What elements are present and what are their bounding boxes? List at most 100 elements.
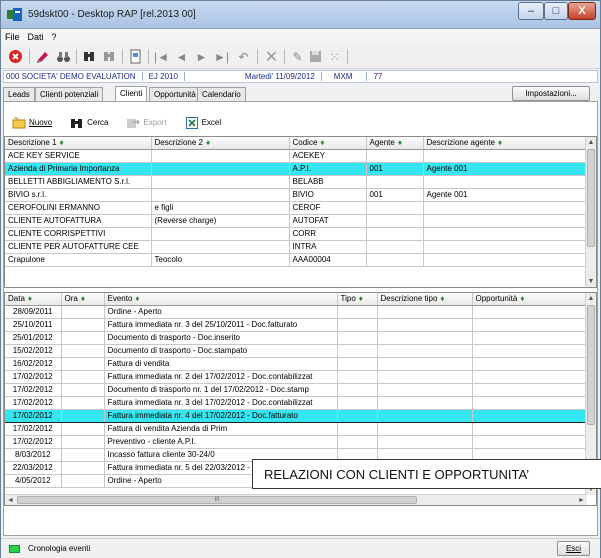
sort-icon[interactable]: ♦ (398, 138, 402, 147)
event-cell[interactable] (61, 318, 105, 332)
event-row[interactable]: 17/02/2012 Fattura di vendita Azienda di … (5, 422, 588, 436)
client-cell[interactable] (423, 227, 588, 241)
event-cell[interactable] (337, 357, 378, 371)
client-row[interactable]: Crapulone Teocolo AAA00004 (5, 253, 588, 267)
event-cell[interactable] (337, 383, 378, 397)
client-row[interactable]: ACE KEY SERVICE ACEKEY (5, 149, 588, 163)
client-row[interactable]: CLIENTE AUTOFATTURA (Reverse charge) AUTOF… (5, 214, 588, 228)
event-cell[interactable] (472, 383, 588, 397)
client-column-header[interactable]: Descrizione 2 ♦ (151, 137, 290, 150)
event-column-header[interactable]: Evento ♦ (104, 293, 338, 306)
scroll-up-icon[interactable]: ▲ (586, 137, 596, 148)
event-cell[interactable]: 16/02/2012 (5, 357, 62, 371)
event-cell[interactable]: Documento di trasporto nr. 1 del 17/02/2… (104, 383, 338, 397)
event-row[interactable]: 16/02/2012 Fattura di vendita (5, 357, 588, 371)
sort-icon[interactable]: ♦ (520, 294, 524, 303)
find-next-icon[interactable] (101, 48, 118, 65)
event-cell[interactable]: 28/09/2011 (5, 305, 62, 319)
clients-vertical-scrollbar[interactable]: ▲ ▼ (585, 137, 596, 287)
event-cell[interactable]: Fattura di vendita (104, 357, 338, 371)
client-cell[interactable] (366, 175, 424, 189)
event-cell[interactable]: Ordine - Aperto (104, 305, 338, 319)
event-row[interactable]: 17/02/2012 Preventivo - cliente A.P.I. (5, 435, 588, 449)
menu-help[interactable]: ? (52, 32, 57, 42)
event-cell[interactable]: 22/03/2012 (5, 461, 62, 475)
sort-icon[interactable]: ♦ (359, 294, 363, 303)
client-cell[interactable]: CLIENTE PER AUTOFATTURE CEE (5, 240, 152, 254)
event-column-header[interactable]: Opportunità ♦ (472, 293, 588, 306)
event-cell[interactable]: Documento di trasporto - Doc.inserito (104, 331, 338, 345)
sort-icon[interactable]: ♦ (440, 294, 444, 303)
event-cell[interactable]: 8/03/2012 (5, 448, 62, 462)
client-cell[interactable] (366, 240, 424, 254)
event-cell[interactable]: 25/01/2012 (5, 331, 62, 345)
first-icon[interactable]: |◄ (153, 48, 170, 65)
event-cell[interactable] (61, 435, 105, 449)
event-column-header[interactable]: Ora ♦ (61, 293, 105, 306)
event-cell[interactable]: 17/02/2012 (5, 396, 62, 410)
event-cell[interactable]: Fattura immediata nr. 2 del 17/02/2012 -… (104, 370, 338, 384)
client-cell[interactable]: ACEKEY (289, 149, 367, 163)
stop-icon[interactable] (7, 48, 24, 65)
event-row[interactable]: 17/02/2012 Documento di trasporto nr. 1 d… (5, 383, 588, 397)
tab-clienti[interactable]: Clienti (115, 86, 148, 102)
client-cell[interactable]: A.P.I. (289, 162, 367, 176)
event-column-header[interactable]: Tipo ♦ (337, 293, 378, 306)
sort-icon[interactable]: ♦ (320, 138, 324, 147)
client-cell[interactable]: Agente 001 (423, 188, 588, 202)
client-cell[interactable]: CORR (289, 227, 367, 241)
client-cell[interactable]: e figli (151, 201, 290, 215)
scroll-thumb[interactable] (587, 149, 595, 247)
event-cell[interactable]: Fattura immediata nr. 4 del 17/02/2012 -… (104, 408, 338, 423)
client-cell[interactable]: CEROFOLINI ERMANNO (5, 201, 152, 215)
title-bar[interactable]: 59dskt00 - Desktop RAP [rel.2013 00] – □… (1, 1, 600, 29)
event-cell[interactable]: 15/02/2012 (5, 344, 62, 358)
hscroll-thumb[interactable]: III (17, 496, 417, 504)
event-cell[interactable] (377, 435, 473, 449)
event-cell[interactable] (377, 318, 473, 332)
next-icon[interactable]: ► (193, 48, 210, 65)
event-cell[interactable] (377, 344, 473, 358)
event-cell[interactable]: Fattura immediata nr. 3 del 25/10/2011 -… (104, 318, 338, 332)
client-cell[interactable] (423, 240, 588, 254)
client-cell[interactable]: CLIENTE AUTOFATTURA (5, 214, 152, 228)
search-button[interactable]: Cerca (70, 114, 108, 131)
maximize-button[interactable]: □ (544, 2, 568, 20)
client-cell[interactable]: BIVIO s.r.l. (5, 188, 152, 202)
save-icon[interactable] (307, 48, 324, 65)
event-cell[interactable] (472, 435, 588, 449)
pencil-icon[interactable]: ✎ (289, 48, 306, 65)
event-cell[interactable] (337, 344, 378, 358)
client-cell[interactable]: (Reverse charge) (151, 214, 290, 228)
client-cell[interactable] (423, 214, 588, 228)
undo-icon[interactable]: ↶ (235, 48, 252, 65)
tab-leads[interactable]: Leads (3, 87, 35, 101)
delete-icon[interactable]: ✕ (263, 48, 280, 66)
client-column-header[interactable]: Descrizione agente ♦ (423, 137, 588, 150)
event-cell[interactable]: 25/10/2011 (5, 318, 62, 332)
tab-clienti-potenziali[interactable]: Clienti potenziali (35, 87, 104, 101)
event-cell[interactable] (472, 344, 588, 358)
event-cell[interactable] (337, 408, 378, 423)
client-cell[interactable] (423, 201, 588, 215)
event-cell[interactable] (377, 422, 473, 436)
prev-icon[interactable]: ◄ (173, 48, 190, 65)
client-cell[interactable] (366, 214, 424, 228)
scroll-thumb[interactable] (587, 305, 595, 425)
minimize-button[interactable]: – (518, 2, 544, 20)
event-column-header[interactable]: Descrizione tipo ♦ (377, 293, 473, 306)
new-button[interactable]: Nuovo (12, 114, 52, 131)
client-cell[interactable] (366, 149, 424, 163)
client-cell[interactable] (366, 201, 424, 215)
event-cell[interactable] (61, 461, 105, 475)
event-row[interactable]: 17/02/2012 Fattura immediata nr. 4 del 17… (5, 408, 588, 423)
tab-calendario[interactable]: Calendario (197, 87, 246, 101)
event-cell[interactable] (61, 396, 105, 410)
client-cell[interactable] (423, 253, 588, 267)
event-row[interactable]: 15/02/2012 Documento di trasporto - Doc.s… (5, 344, 588, 358)
sort-icon[interactable]: ♦ (206, 138, 210, 147)
event-cell[interactable] (61, 331, 105, 345)
client-cell[interactable]: CEROF (289, 201, 367, 215)
scroll-up-icon[interactable]: ▲ (586, 293, 596, 304)
scroll-down-icon[interactable]: ▼ (586, 276, 596, 287)
